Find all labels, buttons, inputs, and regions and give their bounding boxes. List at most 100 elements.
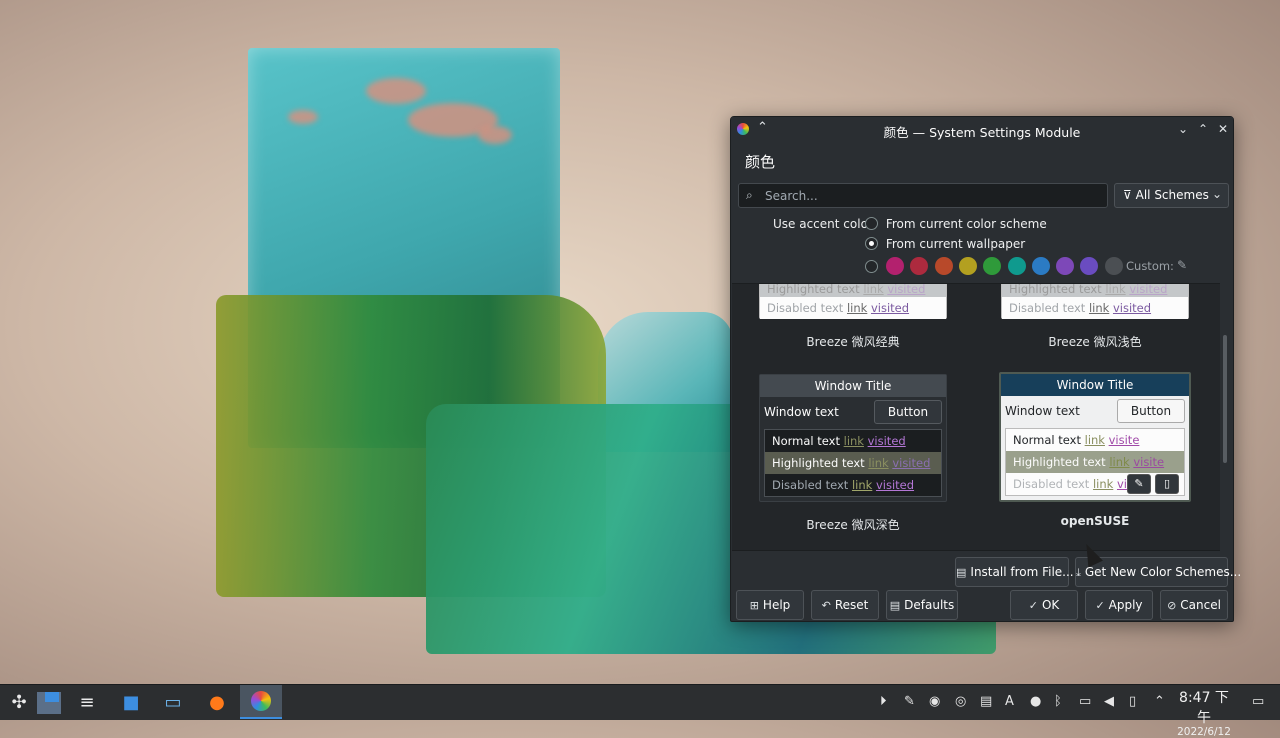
clipboard-icon[interactable]: ▤ (980, 694, 992, 709)
update-icon[interactable]: ◉ (929, 694, 940, 709)
accent-swatch[interactable] (958, 257, 977, 275)
cancel-button[interactable]: ⊘ Cancel (1160, 590, 1228, 620)
list-item-normal: Normal text link visited (772, 434, 906, 448)
grid-scrollbar[interactable] (1223, 335, 1227, 463)
task-color-settings[interactable] (240, 685, 282, 719)
input-method-icon[interactable]: A (1005, 694, 1014, 709)
preview-button: Button (1117, 399, 1185, 423)
system-settings-icon[interactable]: ≡ (72, 689, 102, 717)
media-player-icon[interactable]: ⏵ (880, 694, 887, 709)
accent-swatch[interactable] (1080, 257, 1099, 275)
filter-icon: ⊽ (1123, 188, 1132, 202)
defaults-button[interactable]: ▤ Defaults (886, 590, 958, 620)
minimize-icon[interactable]: ⌄ (1175, 121, 1191, 137)
accent-swatch[interactable] (1007, 257, 1026, 275)
volume-icon[interactable]: ◀ (1104, 694, 1114, 709)
clock-date: 2022/6/12 (1177, 726, 1231, 738)
accent-option-scheme[interactable]: From current color scheme (865, 217, 1047, 231)
custom-color-label: Custom: (1126, 259, 1174, 273)
scheme-name: openSUSE (1060, 514, 1130, 528)
accent-swatch-none-radio[interactable] (865, 260, 878, 273)
search-icon: ⌕ (746, 188, 753, 202)
reset-button[interactable]: ↶ Reset (811, 590, 879, 620)
file-icon: ▤ (956, 566, 967, 579)
notes-icon[interactable]: ✎ (904, 694, 915, 709)
tray-expand-icon[interactable]: ⌃ (1154, 694, 1165, 709)
close-icon[interactable]: ✕ (1215, 121, 1231, 137)
accent-swatch[interactable] (910, 257, 929, 275)
accent-option-scheme-label: From current color scheme (885, 217, 1047, 231)
accent-swatch[interactable] (1031, 257, 1050, 275)
cancel-icon: ⊘ (1167, 599, 1177, 612)
discover-store-icon[interactable]: ■ (116, 689, 146, 717)
color-picker-icon[interactable]: ✎ (1177, 258, 1187, 272)
defaults-icon: ▤ (889, 599, 901, 612)
download-icon: ⤓ (1076, 566, 1081, 579)
list-item-highlighted: Highlighted text link visited (1002, 284, 1188, 297)
scheme-card-tools: ✎ ▯ (1123, 474, 1179, 494)
list-item-normal: Normal text link visite (1013, 433, 1140, 447)
battery-icon[interactable]: ▯ (1129, 694, 1136, 709)
help-button[interactable]: ⊞ Help (736, 590, 804, 620)
page-title: 颜色 (745, 153, 776, 171)
accent-option-wallpaper-label: From current wallpaper (885, 237, 1026, 251)
check-icon: ✓ (1095, 599, 1105, 612)
accent-label: Use accent color: (773, 217, 877, 231)
list-item-highlighted: Highlighted text link visited (760, 284, 946, 297)
digital-clock[interactable]: 8:47 下午 2022/6/12 (1174, 687, 1234, 738)
clock-time: 8:47 下午 (1179, 690, 1229, 726)
scheme-name: Breeze 微风浅色 (1048, 335, 1142, 349)
accent-swatch[interactable] (886, 257, 904, 275)
taskbar: ✣ ≡ ■ ▭ ● ⏵ ✎ ◉ ◎ ▤ A ● ᛒ ▭ ◀ ▯ ⌃ 8:47 下… (0, 684, 1280, 738)
install-from-file-button[interactable]: ▤ Install from File... (955, 557, 1074, 587)
wallpaper-cloud (478, 126, 512, 144)
check-icon: ✓ (1028, 599, 1038, 612)
application-launcher-icon[interactable]: ✣ (4, 689, 34, 717)
window-title: 颜色 — System Settings Module (883, 125, 1081, 140)
preview-window-title: Window Title (760, 375, 946, 397)
preview-window-text: Window text (1005, 404, 1080, 418)
color-settings-window: ⌃ 颜色 — System Settings Module ⌄ ⌃ ✕ 颜色 ⌕… (730, 116, 1241, 622)
list-item-disabled: Disabled text link visited (772, 478, 915, 492)
maximize-icon[interactable]: ⌃ (1195, 121, 1211, 137)
show-desktop-icon[interactable]: ▭ (1252, 694, 1264, 709)
delete-scheme-icon[interactable]: ▯ (1155, 474, 1179, 494)
color-scheme-grid: Highlighted text link visited Disabled t… (732, 283, 1220, 551)
accent-swatch[interactable] (934, 257, 953, 275)
file-manager-icon[interactable]: ▭ (158, 689, 188, 717)
accent-swatch[interactable] (983, 257, 1002, 275)
radio-button-selected[interactable] (865, 237, 878, 250)
night-color-icon[interactable]: ● (1030, 694, 1041, 709)
preview-window-title: Window Title (1001, 374, 1189, 396)
window-titlebar[interactable]: ⌃ 颜色 — System Settings Module ⌄ ⌃ ✕ (731, 117, 1233, 143)
search-input[interactable] (763, 187, 1093, 205)
preview-window-text: Window text (764, 405, 839, 419)
scheme-name: Breeze 微风深色 (806, 518, 900, 532)
vault-icon[interactable]: ◎ (955, 694, 966, 709)
preview-button: Button (874, 400, 942, 424)
accent-swatch[interactable] (1056, 257, 1075, 275)
display-icon[interactable]: ▭ (1079, 694, 1091, 709)
list-item-disabled: Disabled text link visited (760, 297, 946, 319)
help-icon: ⊞ (749, 599, 759, 612)
scheme-filter-dropdown[interactable]: ⊽ All Schemes ⌄ (1114, 183, 1229, 208)
wallpaper-cloud (288, 110, 318, 124)
list-item-highlighted: Highlighted text link visited (765, 452, 941, 474)
pager-icon[interactable] (34, 689, 64, 717)
radio-button[interactable] (865, 217, 878, 230)
chevron-down-icon: ⌄ (1211, 187, 1222, 201)
ok-button[interactable]: ✓ OK (1010, 590, 1078, 620)
list-item-disabled: Disabled text link visited (1002, 297, 1188, 319)
scheme-name: Breeze 微风经典 (806, 335, 900, 349)
list-item-highlighted: Highlighted text link visite (1006, 451, 1184, 473)
accent-swatch[interactable] (1104, 257, 1123, 275)
apply-button[interactable]: ✓ Apply (1085, 590, 1153, 620)
bluetooth-icon[interactable]: ᛒ (1054, 694, 1062, 709)
search-field[interactable]: ⌕ (738, 183, 1108, 208)
accent-option-wallpaper[interactable]: From current wallpaper (865, 237, 1025, 251)
firefox-icon[interactable]: ● (202, 689, 232, 717)
edit-scheme-icon[interactable]: ✎ (1127, 474, 1151, 494)
filter-label: All Schemes (1135, 188, 1209, 202)
wallpaper-cloud (366, 78, 426, 104)
reset-icon: ↶ (821, 599, 831, 612)
